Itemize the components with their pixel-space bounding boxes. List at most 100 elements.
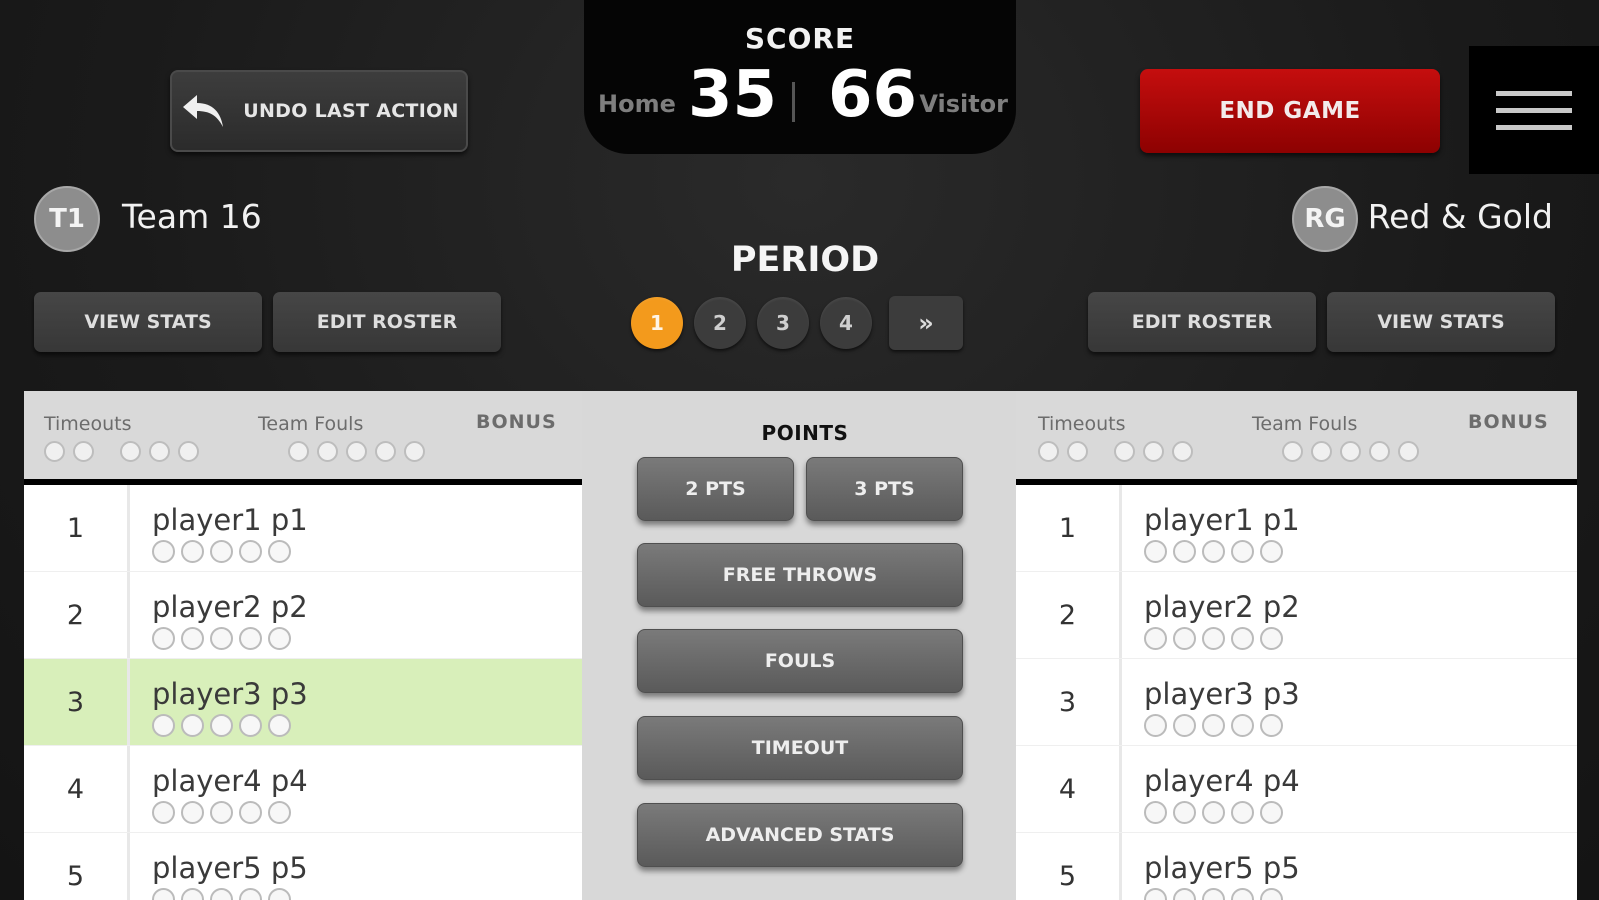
scoreboard: SCORE Home 35 66 Visitor	[584, 0, 1016, 154]
player-name: player4 p4	[1144, 764, 1300, 798]
timeout-circle	[73, 441, 94, 462]
home-player-row-selected[interactable]: 3 player3 p3	[24, 659, 582, 746]
bonus-label: BONUS	[1468, 411, 1549, 433]
home-player-row[interactable]: 5 player5 p5	[24, 833, 582, 900]
visitor-player-row[interactable]: 5 player5 p5	[1016, 833, 1577, 900]
player-fouls	[1144, 801, 1283, 824]
timeouts-label: Timeouts	[44, 413, 132, 435]
player-fouls	[1144, 540, 1283, 563]
team-foul-circle	[404, 441, 425, 462]
home-view-stats-button[interactable]: VIEW STATS	[34, 292, 262, 352]
undo-arrow-icon	[183, 95, 224, 127]
advanced-stats-button[interactable]: ADVANCED STATS	[637, 803, 963, 867]
player-number: 3	[24, 659, 130, 745]
timeout-circle	[44, 441, 65, 462]
timeout-circle	[178, 441, 199, 462]
home-roster-list: 1 player1 p1 2 player2 p2 3 player3 p3 4…	[24, 485, 582, 900]
free-throws-button[interactable]: FREE THROWS	[637, 543, 963, 607]
player-name: player5 p5	[152, 851, 308, 885]
player-number: 2	[1016, 572, 1122, 658]
team-fouls-indicators	[1282, 441, 1419, 462]
player-name: player1 p1	[1144, 503, 1300, 537]
team-fouls-label: Team Fouls	[258, 413, 364, 435]
player-fouls	[1144, 714, 1283, 737]
visitor-roster-list: 1 player1 p1 2 player2 p2 3 player3 p3 4…	[1016, 485, 1577, 900]
visitor-player-row[interactable]: 3 player3 p3	[1016, 659, 1577, 746]
team-foul-circle	[288, 441, 309, 462]
visitor-player-row[interactable]: 1 player1 p1	[1016, 485, 1577, 572]
player-number: 3	[1016, 659, 1122, 745]
three-points-button[interactable]: 3 PTS	[806, 457, 963, 521]
player-number: 5	[24, 833, 130, 900]
period-4-button[interactable]: 4	[820, 297, 872, 349]
visitor-edit-roster-button[interactable]: EDIT ROSTER	[1088, 292, 1316, 352]
hamburger-icon-line	[1496, 124, 1572, 130]
team-foul-circle	[375, 441, 396, 462]
fouls-button[interactable]: FOULS	[637, 629, 963, 693]
period-next-button[interactable]: »	[889, 296, 963, 350]
player-number: 1	[24, 485, 130, 571]
player-name: player4 p4	[152, 764, 308, 798]
player-number: 4	[1016, 746, 1122, 832]
visitor-score: 66	[828, 58, 918, 132]
home-label: Home	[598, 90, 676, 118]
period-2-button[interactable]: 2	[694, 297, 746, 349]
two-points-button[interactable]: 2 PTS	[637, 457, 794, 521]
undo-last-action-button[interactable]: UNDO LAST ACTION	[170, 70, 468, 152]
home-player-row[interactable]: 4 player4 p4	[24, 746, 582, 833]
team-foul-circle	[1311, 441, 1332, 462]
timeout-circle	[1143, 441, 1164, 462]
undo-label: UNDO LAST ACTION	[243, 100, 459, 122]
timeouts-indicators	[44, 441, 199, 462]
timeout-circle	[149, 441, 170, 462]
visitor-label: Visitor	[919, 90, 1008, 118]
spacer	[102, 441, 112, 462]
visitor-team-avatar: RG	[1292, 186, 1358, 252]
player-number: 2	[24, 572, 130, 658]
team-foul-circle	[1369, 441, 1390, 462]
home-player-row[interactable]: 1 player1 p1	[24, 485, 582, 572]
home-team-name: Team 16	[122, 197, 262, 236]
visitor-view-stats-button[interactable]: VIEW STATS	[1327, 292, 1555, 352]
bonus-label: BONUS	[476, 411, 557, 433]
team-foul-circle	[317, 441, 338, 462]
player-fouls	[1144, 627, 1283, 650]
score-title: SCORE	[744, 22, 856, 55]
visitor-panel-header: Timeouts Team Fouls BONUS	[1016, 391, 1577, 485]
player-name: player5 p5	[1144, 851, 1300, 885]
player-fouls	[152, 801, 291, 824]
timeout-button[interactable]: TIMEOUT	[637, 716, 963, 780]
player-name: player3 p3	[152, 677, 308, 711]
team-foul-circle	[1398, 441, 1419, 462]
player-name: player3 p3	[1144, 677, 1300, 711]
player-number: 5	[1016, 833, 1122, 900]
menu-button[interactable]	[1469, 46, 1599, 174]
player-number: 4	[24, 746, 130, 832]
visitor-player-row[interactable]: 4 player4 p4	[1016, 746, 1577, 833]
player-fouls	[152, 888, 291, 900]
home-team-avatar: T1	[34, 186, 100, 252]
home-player-row[interactable]: 2 player2 p2	[24, 572, 582, 659]
spacer	[1096, 441, 1106, 462]
score-divider	[792, 82, 795, 122]
timeouts-indicators	[1038, 441, 1193, 462]
end-game-label: END GAME	[1219, 98, 1361, 124]
player-fouls	[152, 714, 291, 737]
visitor-player-row[interactable]: 2 player2 p2	[1016, 572, 1577, 659]
team-foul-circle	[1282, 441, 1303, 462]
period-3-button[interactable]: 3	[757, 297, 809, 349]
timeout-circle	[1114, 441, 1135, 462]
player-name: player2 p2	[152, 590, 308, 624]
player-fouls	[1144, 888, 1283, 900]
period-1-button[interactable]: 1	[631, 297, 683, 349]
team-fouls-label: Team Fouls	[1252, 413, 1358, 435]
home-team-panel: Timeouts Team Fouls BONUS 1 player1 p1 2…	[24, 391, 582, 900]
points-title: POINTS	[761, 421, 849, 445]
visitor-team-panel: Timeouts Team Fouls BONUS 1 player1 p1 2…	[1016, 391, 1577, 900]
player-fouls	[152, 627, 291, 650]
end-game-button[interactable]: END GAME	[1140, 69, 1440, 153]
home-edit-roster-button[interactable]: EDIT ROSTER	[273, 292, 501, 352]
hamburger-icon-line	[1496, 90, 1572, 96]
timeout-circle	[120, 441, 141, 462]
visitor-team-name: Red & Gold	[1367, 197, 1553, 236]
